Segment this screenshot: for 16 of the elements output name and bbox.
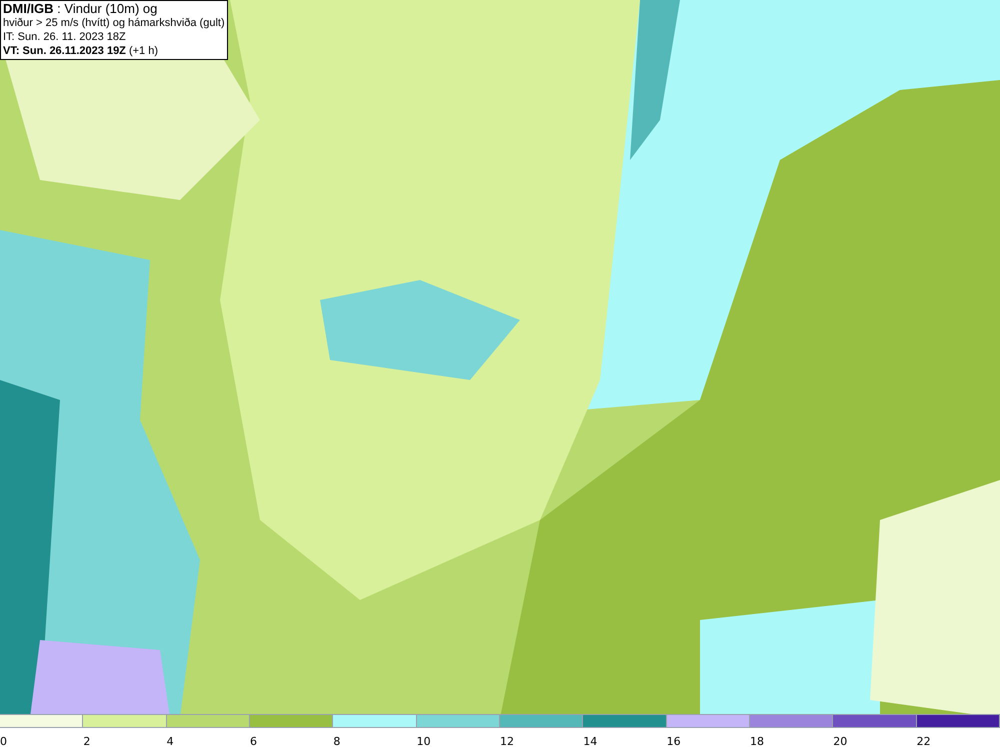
title-line: IT: Sun. 26. 11. 2023 18Z: [3, 30, 127, 44]
legend-label: 0: [0, 735, 7, 747]
legend-label: 8: [333, 735, 340, 747]
legend-label: 16: [666, 735, 681, 747]
legend-label: 12: [500, 735, 514, 747]
legend-label: 18: [750, 735, 764, 747]
legend-label: 22: [916, 735, 931, 747]
legend-label: 4: [166, 735, 174, 747]
legend-label: 6: [250, 735, 257, 747]
legend-label: 2: [83, 735, 90, 747]
title-line: hviður > 25 m/s (hvítt) og hámarkshviða (gult): [3, 16, 225, 30]
title-line: DMI/IGB : Vindur (10m) og: [3, 2, 158, 16]
legend-label: 14: [583, 735, 598, 747]
legend-label: 20: [833, 735, 848, 747]
title-line: VT: Sun. 26.11.2023 19Z (+1 h): [3, 44, 160, 58]
legend-label: 10: [416, 735, 431, 747]
